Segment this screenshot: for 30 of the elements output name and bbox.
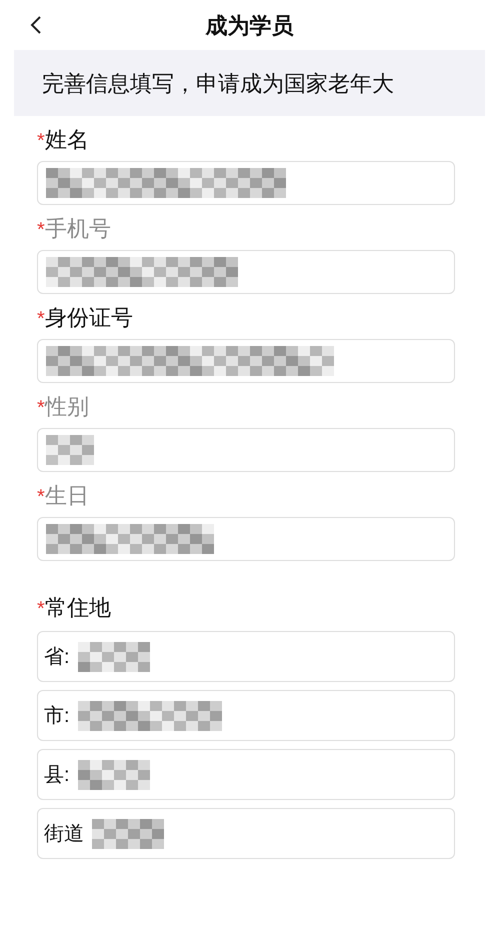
field-label: 手机号 [44,218,111,240]
required-mark: * [37,599,45,619]
address-prefix: 省: [44,644,70,670]
input-field[interactable] [37,517,455,561]
pixelated-value-drawing [46,435,94,465]
required-mark: * [37,487,45,507]
address-prefix: 县: [44,762,70,788]
required-mark: * [37,220,45,240]
address-field[interactable]: 市: [37,690,455,741]
back-icon[interactable] [30,16,42,34]
address-field[interactable]: 县: [37,749,455,800]
info-banner: 完善信息填写，申请成为国家老年大 [14,50,485,116]
field-label: 姓名 [44,129,89,151]
required-mark: * [37,309,45,329]
input-field[interactable] [37,428,455,472]
pixelated-value-drawing [92,818,164,848]
address-prefix: 街道 [44,822,84,846]
input-field[interactable] [37,161,455,205]
address-field[interactable]: 省: [37,631,455,682]
address-field[interactable]: 街道 [37,808,455,859]
field-label: 生日 [44,485,89,507]
field-label: 常住地 [44,597,111,619]
required-mark: * [37,398,45,418]
input-field[interactable] [37,250,455,294]
field-label: 性别 [44,396,89,418]
required-mark: * [37,131,45,151]
input-field[interactable] [37,339,455,383]
page-title: 成为学员 [206,12,294,40]
address-prefix: 市: [44,704,70,728]
field-label: 身份证号 [44,307,133,329]
